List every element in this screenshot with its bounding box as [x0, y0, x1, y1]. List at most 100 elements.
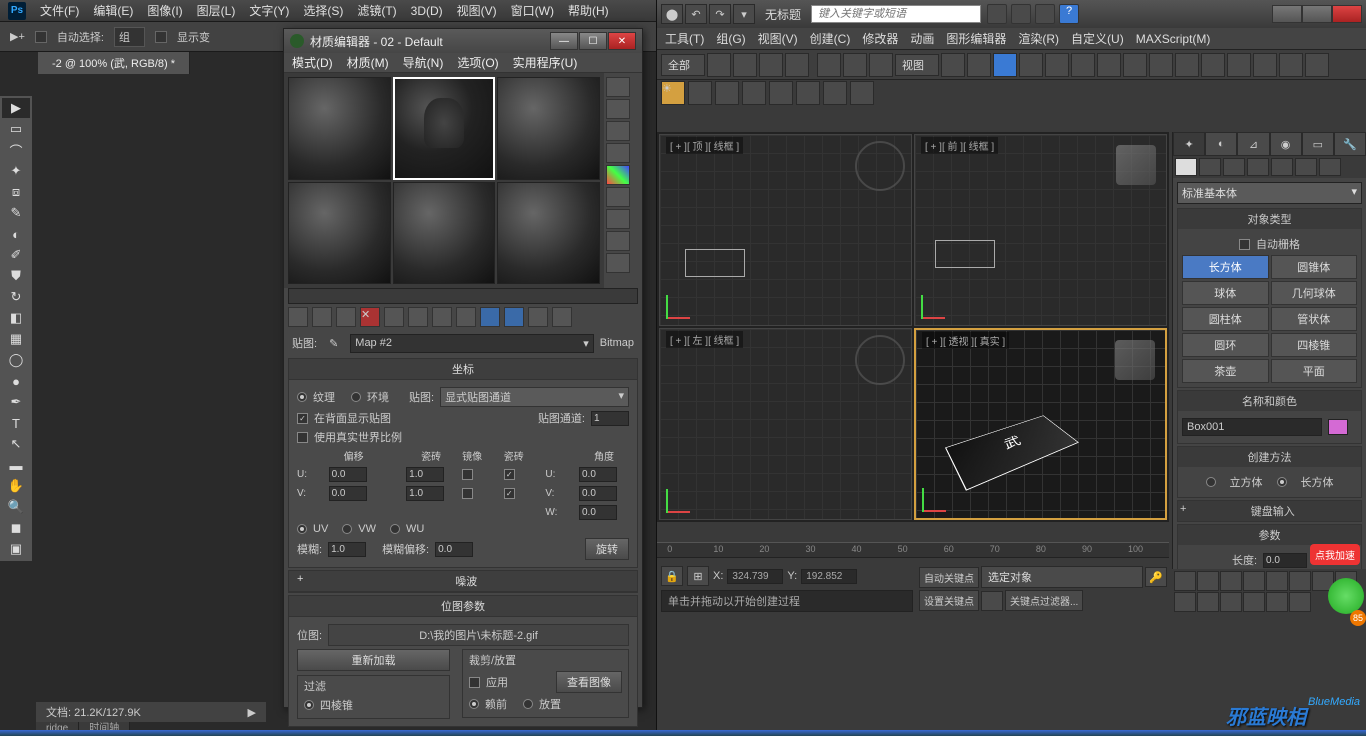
max-timeslider[interactable]: 0 10 20 30 40 50 60 70 80 90 100	[657, 526, 1169, 560]
object-name-input[interactable]	[1182, 418, 1322, 436]
minimize-button[interactable]: —	[550, 32, 578, 50]
eyedropper-tool[interactable]: ✎	[2, 203, 30, 223]
lights-tab[interactable]	[1223, 158, 1245, 176]
v-offset-spinner[interactable]	[329, 486, 367, 501]
zoom-all-icon[interactable]	[1174, 592, 1196, 612]
pivot-icon[interactable]	[941, 53, 965, 77]
material-editor-icon[interactable]	[1253, 53, 1277, 77]
helpers-tab[interactable]	[1271, 158, 1293, 176]
primitive-category-dropdown[interactable]: 标准基本体▾	[1177, 182, 1362, 204]
app-menu-icon[interactable]: ⬤	[661, 4, 683, 24]
reset-icon[interactable]: ✕	[360, 307, 380, 327]
ps-menu-3d[interactable]: 3D(D)	[411, 4, 443, 18]
texture-radio[interactable]	[297, 392, 307, 402]
scale-icon[interactable]	[869, 53, 893, 77]
y-coord-input[interactable]	[801, 569, 857, 584]
max-menu-maxscript[interactable]: MAXScript(M)	[1136, 32, 1211, 46]
uv-tiling-icon[interactable]	[606, 143, 630, 163]
ps-document-tab[interactable]: -2 @ 100% (武, RGB/8) *	[38, 52, 190, 74]
ps-menu-edit[interactable]: 编辑(E)	[93, 2, 133, 19]
mat-sample-slot-6[interactable]	[497, 182, 600, 285]
create-method-header[interactable]: 创建方法	[1178, 447, 1361, 467]
u-mirror-checkbox[interactable]	[462, 469, 473, 480]
show-end-result-icon[interactable]	[504, 307, 524, 327]
zoom-tool[interactable]: 🔍	[2, 497, 30, 517]
make-copy-icon[interactable]	[384, 307, 404, 327]
key-icon[interactable]: 🔑	[1145, 567, 1167, 587]
wand-tool[interactable]: ✦	[2, 161, 30, 181]
eyedropper-icon[interactable]: ✎	[329, 337, 338, 350]
ps-menu-window[interactable]: 窗口(W)	[511, 2, 554, 19]
sample-type-icon[interactable]	[606, 77, 630, 97]
vp-compass-icon[interactable]	[855, 335, 905, 385]
key-filter-dropdown[interactable]: 选定对象	[981, 566, 1143, 588]
v-tile-checkbox[interactable]: ✓	[504, 488, 515, 499]
hierarchy-tab[interactable]: ⊿	[1237, 132, 1269, 156]
sphere-button[interactable]: 球体	[1182, 281, 1269, 305]
ps-menu-view[interactable]: 视图(V)	[457, 2, 497, 19]
map-name-field[interactable]: Map #2▾	[350, 334, 593, 353]
quickmask-tool[interactable]: ▣	[2, 539, 30, 559]
tube-button[interactable]: 管状体	[1271, 307, 1358, 331]
goto-start-icon[interactable]	[1174, 571, 1196, 591]
u-tile-checkbox[interactable]: ✓	[504, 469, 515, 480]
cube-radio[interactable]	[1206, 477, 1216, 487]
mat-sample-slot-2[interactable]	[393, 77, 496, 180]
max-minimize-button[interactable]	[1272, 5, 1302, 23]
auto-grid-checkbox[interactable]	[1239, 239, 1250, 250]
help-icon[interactable]: ?	[1059, 4, 1079, 24]
create-tab[interactable]: ✦	[1173, 132, 1205, 156]
viewcube-icon[interactable]	[1116, 145, 1156, 185]
qat-dropdown-icon[interactable]: ▾	[733, 4, 755, 24]
ps-menu-layer[interactable]: 图层(L)	[197, 2, 236, 19]
mat-sample-slot-4[interactable]	[288, 182, 391, 285]
mat-id-icon[interactable]	[456, 307, 476, 327]
backlight-icon[interactable]	[606, 99, 630, 119]
blur-tool[interactable]: ◯	[2, 350, 30, 370]
plane-button[interactable]: 平面	[1271, 359, 1358, 383]
selection-filter-dropdown[interactable]: 全部	[661, 54, 705, 76]
assign-icon[interactable]	[336, 307, 356, 327]
mat-map-nav-icon[interactable]	[606, 253, 630, 273]
noise-rollout-header[interactable]: +噪波	[289, 571, 637, 592]
snap-toggle-icon[interactable]	[993, 53, 1017, 77]
modify-tab[interactable]: ◐	[1205, 132, 1237, 156]
u-angle-spinner[interactable]	[579, 467, 617, 482]
params-header[interactable]: 参数	[1178, 525, 1361, 545]
named-sel-icon[interactable]	[1097, 53, 1121, 77]
chevron-right-icon[interactable]: ▶	[248, 706, 256, 719]
undo-icon[interactable]: ↶	[685, 4, 707, 24]
ribbon-icon-6[interactable]	[796, 81, 820, 105]
max-titlebar[interactable]: ⬤ ↶ ↷ ▾ 无标题 ?	[657, 0, 1366, 28]
v-tiling-spinner[interactable]	[406, 486, 444, 501]
box-button[interactable]: 长方体	[1182, 255, 1269, 279]
show-back-checkbox[interactable]: ✓	[297, 413, 308, 424]
accelerate-badge[interactable]: 点我加速	[1310, 544, 1360, 565]
show-transform-checkbox[interactable]	[155, 31, 167, 43]
max-menu-tools[interactable]: 工具(T)	[665, 30, 704, 47]
max-menu-view[interactable]: 视图(V)	[758, 30, 798, 47]
path-tool[interactable]: ↖	[2, 434, 30, 454]
bitmap-path-button[interactable]: D:\我的图片\未标题-2.gif	[328, 624, 629, 646]
apply-checkbox[interactable]	[469, 677, 480, 688]
pen-tool[interactable]: ✒	[2, 392, 30, 412]
ribbon-icon[interactable]: ☀	[661, 81, 685, 105]
infocenter-icon[interactable]	[987, 4, 1007, 24]
mat-menu-nav[interactable]: 导航(N)	[403, 54, 444, 71]
spinner-snap-icon[interactable]	[1071, 53, 1095, 77]
auto-select-dropdown[interactable]: 组	[114, 27, 145, 47]
hand-tool[interactable]: ✋	[2, 476, 30, 496]
crop-place-radio[interactable]	[523, 699, 533, 709]
viewcube-icon[interactable]	[1115, 340, 1155, 380]
layer-icon[interactable]	[1175, 53, 1199, 77]
set-key-button[interactable]: 设置关键点	[919, 590, 979, 611]
coord-rollout-header[interactable]: 坐标	[289, 359, 637, 380]
ribbon-icon-7[interactable]	[823, 81, 847, 105]
key-filters-button[interactable]: 关键点过滤器...	[1005, 590, 1083, 611]
mapping-dropdown[interactable]: 显式贴图通道▾	[440, 387, 629, 407]
perspective-box-object[interactable]: 武	[945, 415, 1079, 490]
geosphere-button[interactable]: 几何球体	[1271, 281, 1358, 305]
keyboard-entry-header[interactable]: +键盘输入	[1178, 501, 1361, 521]
key-mode-toggle-icon[interactable]	[1289, 571, 1311, 591]
stamp-tool[interactable]: ⛊	[2, 266, 30, 286]
